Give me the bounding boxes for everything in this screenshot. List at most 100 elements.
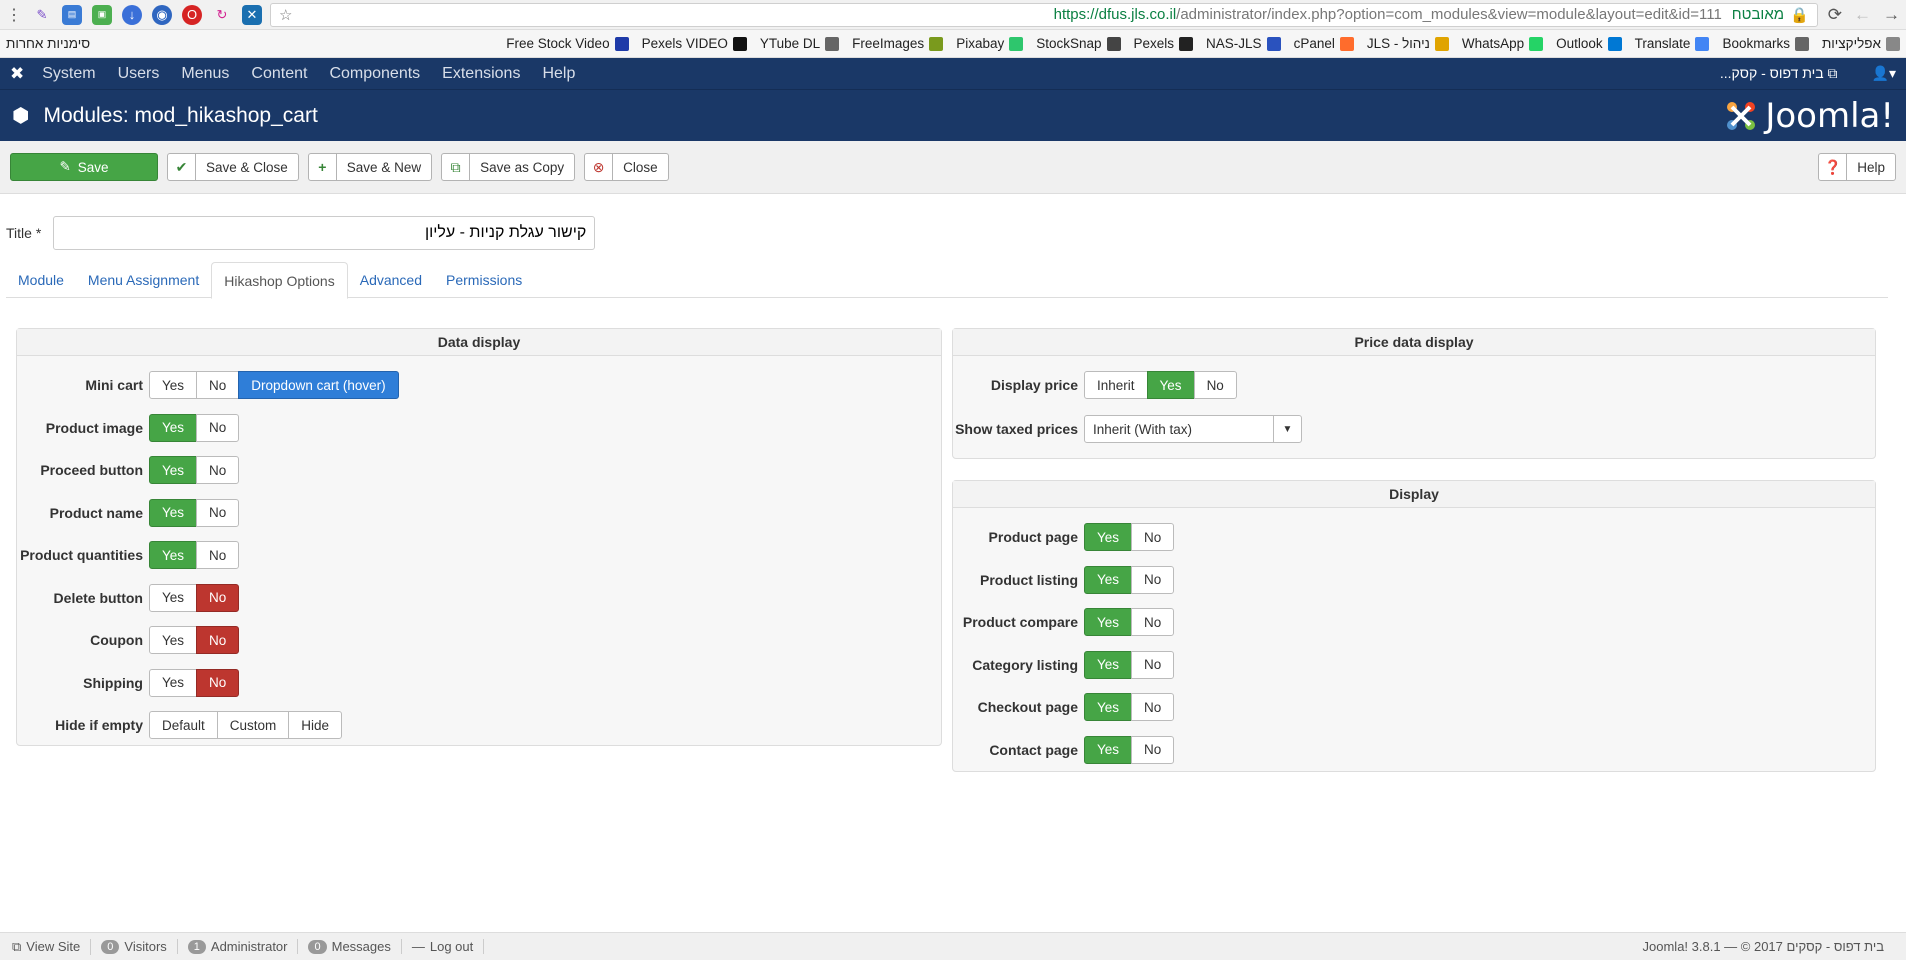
topnav-item-system[interactable]: System [42,65,95,83]
bookmark-label: cPanel [1293,36,1335,51]
bookmark-item[interactable]: Bookmarks [1722,36,1809,51]
toggle-option-inherit[interactable]: Inherit [1084,371,1148,399]
topnav-item-content[interactable]: Content [251,65,307,83]
bookmark-item[interactable]: Translate [1635,36,1710,51]
menu-dots-icon[interactable]: ⋮ [6,5,22,25]
taxed-prices-select[interactable]: Inherit (With tax) ▼ [1084,415,1302,443]
logout-link[interactable]: — Log out [402,939,485,954]
download-extension-icon[interactable]: ↓ [122,4,142,25]
tab-permissions[interactable]: Permissions [434,262,534,298]
toggle-option-hide[interactable]: Hide [288,711,343,739]
toggle-option-yes[interactable]: Yes [1084,565,1133,594]
toggle-option-custom[interactable]: Custom [216,711,290,739]
toggle-option-no[interactable]: No [1131,693,1175,721]
tab-hikashop-options[interactable]: Hikashop Options [211,262,348,299]
toggle-option-yes[interactable]: Yes [1084,735,1133,764]
toggle-option-yes[interactable]: Yes [149,413,198,442]
visitors-status[interactable]: 0 Visitors [91,939,178,954]
bookmark-item[interactable]: Pexels VIDEO [642,36,747,51]
toggle-option-yes[interactable]: Yes [1084,608,1133,636]
other-bookmarks[interactable]: סימניות אחרות [6,36,95,51]
bookmark-item[interactable]: Pexels [1134,36,1194,51]
bookmark-item[interactable]: StockSnap [1036,36,1121,51]
cube-icon: ⬢ [12,105,30,127]
toggle-option-yes[interactable]: Yes [1146,371,1195,399]
address-bar[interactable]: ☆ https://dfus.jls.co.il/administrator/i… [270,2,1818,27]
save-close-button[interactable]: ✔ Save & Close [167,153,299,181]
toggle-option-yes[interactable]: Yes [149,626,198,654]
toggle-option-no[interactable]: No [1131,735,1175,764]
toggle-option-yes[interactable]: Yes [149,668,198,697]
bookmark-item[interactable]: FreeImages [852,36,944,51]
tab-module[interactable]: Module [6,262,76,298]
topnav-item-help[interactable]: Help [542,65,575,83]
toggle-option-no[interactable]: No [196,413,240,442]
save-new-button[interactable]: + Save & New [307,153,433,181]
close-button[interactable]: ⊗ Close [584,153,669,181]
toggle-option-no[interactable]: No [1193,371,1237,399]
toggle-option-yes[interactable]: Yes [1084,650,1133,679]
toggle-option-no[interactable]: No [196,498,240,527]
back-icon[interactable]: ← [1854,5,1871,25]
toggle-option-default[interactable]: Default [149,711,218,739]
bookmark-item[interactable]: WhatsApp [1462,36,1544,51]
bookmark-item[interactable]: אפליקציות [1822,36,1900,51]
toggle-option-no[interactable]: No [1131,608,1175,636]
topnav-item-menus[interactable]: Menus [181,65,229,83]
topnav-item-components[interactable]: Components [329,65,420,83]
bookmark-item[interactable]: cPanel [1294,36,1354,51]
toggle-option-no[interactable]: No [1131,650,1175,679]
administrator-status[interactable]: 1 Administrator [178,939,299,954]
topnav-item-extensions[interactable]: Extensions [442,65,520,83]
save-copy-button[interactable]: ⧉ Save as Copy [441,153,576,181]
bookmark-item[interactable]: NAS-JLS [1206,36,1281,51]
bookmark-item[interactable]: Pixabay [956,36,1024,51]
toggle-option-no[interactable]: No [196,583,240,612]
topnav-item-users[interactable]: Users [118,65,160,83]
forward-icon[interactable]: → [1883,5,1900,25]
bookmark-item[interactable]: Outlook [1556,36,1622,51]
opera-extension-icon[interactable]: O [182,4,202,25]
toggle-option-no[interactable]: No [196,668,240,697]
title-input[interactable] [53,216,596,250]
toggle-option-no[interactable]: No [196,541,240,569]
bookmark-favicon-icon [614,36,629,51]
toggle-option-yes[interactable]: Yes [149,498,198,527]
toggle-option-yes[interactable]: Yes [149,371,198,399]
new-window-extension-icon[interactable]: ▣ [92,4,112,25]
save-button[interactable]: ✎ Save [10,153,158,181]
bookmark-label: NAS-JLS [1206,36,1262,51]
toggle-option-no[interactable]: No [1131,523,1175,551]
reload-icon[interactable]: ⟳ [1828,5,1842,25]
view-site-link[interactable]: ⧉ View Site [2,938,92,955]
toggle-option-yes[interactable]: Yes [1084,693,1133,721]
joomla-extension-icon[interactable]: ✕ [242,4,262,25]
option-toggle-group: Yes No [1084,523,1175,551]
toggle-option-yes[interactable]: Yes [149,456,198,484]
bookmark-item[interactable]: JLS - ניהול [1367,36,1449,51]
pen-extension-icon[interactable]: ✎ [32,5,52,25]
user-menu-icon[interactable]: 👤▾ [1872,65,1896,82]
toggle-option-yes[interactable]: Yes [1084,523,1133,551]
joomla-logo-icon[interactable]: ✖ [10,64,24,84]
globe-extension-icon[interactable]: ◉ [152,4,172,25]
magenta-extension-icon[interactable]: ↻ [212,5,232,25]
new-tab-extension-icon[interactable]: ▤ [62,4,82,25]
messages-status[interactable]: 0 Messages [298,939,402,954]
toggle-option-yes[interactable]: Yes [149,541,198,569]
site-link[interactable]: ...בית דפוס - קסק ⧉ [1720,65,1838,82]
toggle-option-dropdown-cart-hover-[interactable]: Dropdown cart (hover) [238,371,399,399]
toggle-option-no[interactable]: No [1131,565,1175,594]
tab-menu-assignment[interactable]: Menu Assignment [76,262,211,298]
footer-copyright: Joomla! 3.8.1 — © 2017 בית דפוס - קסקים [1642,939,1884,954]
help-button[interactable]: ❓ Help [1818,153,1896,181]
bookmark-item[interactable]: YTube DL [760,36,840,51]
toggle-option-yes[interactable]: Yes [149,583,198,612]
bookmark-item[interactable]: Free Stock Video [506,36,629,51]
bookmark-star-icon[interactable]: ☆ [279,6,292,24]
toggle-option-no[interactable]: No [196,371,240,399]
toggle-option-no[interactable]: No [196,456,240,484]
title-label: Title * [6,225,42,241]
toggle-option-no[interactable]: No [196,626,240,654]
tab-advanced[interactable]: Advanced [348,262,434,298]
